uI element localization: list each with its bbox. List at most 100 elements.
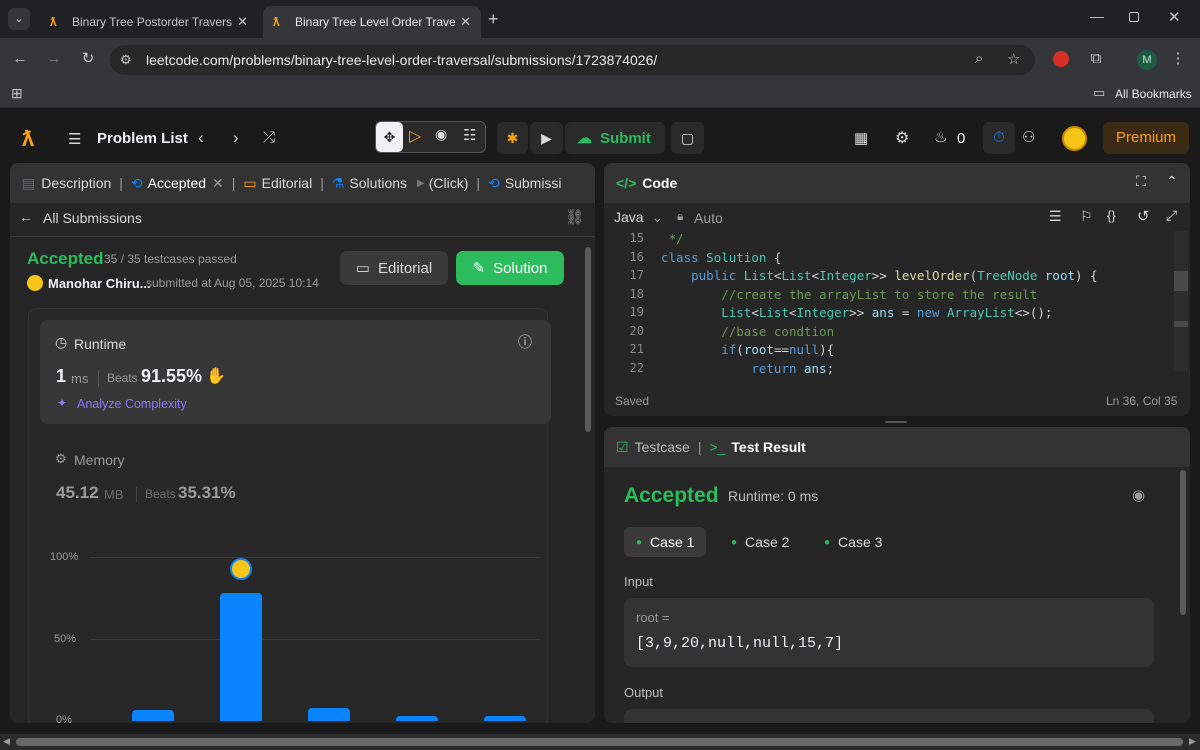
resize-handle[interactable] xyxy=(885,421,907,423)
tab-description[interactable]: Description xyxy=(41,175,111,191)
language-select[interactable]: Java ⌄ xyxy=(614,209,663,226)
solution-label: Solution xyxy=(493,259,548,277)
editorial-button[interactable]: ▭ Editorial xyxy=(340,251,448,285)
site-info-icon[interactable]: ⚙ xyxy=(120,52,132,68)
shuffle-icon[interactable]: ⤮ xyxy=(263,129,275,146)
notes-button[interactable]: ▢ xyxy=(671,122,704,154)
analyze-complexity-link[interactable]: Analyze Complexity xyxy=(77,397,187,411)
info-icon[interactable]: ⓘ xyxy=(518,332,532,352)
debug-button[interactable]: ✱ xyxy=(497,122,528,154)
chrome-menu-icon[interactable]: ⋮ xyxy=(1168,51,1188,67)
chart-bar[interactable] xyxy=(132,709,174,721)
code-line[interactable]: //create the arrayList to store the resu… xyxy=(661,287,1037,302)
code-line[interactable]: List<List<Integer>> ans = new ArrayList<… xyxy=(661,305,1052,320)
code-line[interactable]: //base condtion xyxy=(661,324,834,339)
drag-move-icon[interactable]: ✥ xyxy=(376,122,403,152)
case-1-tab[interactable]: ● Case 1 xyxy=(624,527,707,557)
streak-fire-icon[interactable]: ♨ xyxy=(934,128,947,146)
fullscreen-icon[interactable]: ⛶ xyxy=(1136,173,1146,190)
bookmark-icon[interactable]: ⚐ xyxy=(1080,208,1093,225)
all-bookmarks-link[interactable]: All Bookmarks xyxy=(1115,87,1192,101)
scroll-left-icon[interactable]: ◀ xyxy=(3,736,10,747)
editor-scroll-track[interactable] xyxy=(1174,231,1188,371)
horizontal-scrollbar[interactable]: ◀ ▶ xyxy=(0,734,1200,750)
bookmark-star-icon[interactable]: ☆ xyxy=(1007,50,1020,68)
close-window-icon[interactable]: ✕ xyxy=(1168,8,1181,26)
restore-icon[interactable] xyxy=(1129,12,1139,22)
reset-icon[interactable]: ↺ xyxy=(1137,207,1150,225)
code-line[interactable]: if(root==null){ xyxy=(661,342,834,357)
problem-list-link[interactable]: Problem List xyxy=(97,130,188,147)
eye-icon[interactable]: ◉ xyxy=(1132,486,1145,504)
profile-avatar[interactable]: M xyxy=(1137,50,1157,70)
chart-bar[interactable] xyxy=(220,593,262,721)
run-button[interactable]: ▶ xyxy=(530,122,563,154)
case-2-tab[interactable]: ● Case 2 xyxy=(719,527,801,557)
minimize-icon[interactable]: — xyxy=(1090,8,1104,24)
runtime-card[interactable]: ◷ Runtime ⓘ 1 ms Beats 91.55% ✋ ✦ Analyz… xyxy=(40,320,551,424)
share-link-icon[interactable]: ⛓ xyxy=(565,208,584,226)
tab-testcase[interactable]: Testcase xyxy=(635,439,690,455)
browser-tab-level-order[interactable]: ƛ Binary Tree Level Order Traversal ✕ xyxy=(263,6,481,38)
leetcode-favicon: ƛ xyxy=(50,15,57,29)
format-icon[interactable]: ☰ xyxy=(1049,208,1062,225)
new-tab-button[interactable]: + xyxy=(488,9,499,30)
tab-click[interactable]: (Click) xyxy=(429,175,469,191)
case-3-tab[interactable]: ● Case 3 xyxy=(812,527,894,557)
chart-bar[interactable] xyxy=(308,707,350,721)
close-tab-icon[interactable]: ✕ xyxy=(212,175,224,192)
back-arrow-icon[interactable]: ← xyxy=(19,209,33,225)
expand-icon[interactable]: ⤢ xyxy=(1166,207,1177,224)
braces-icon[interactable]: {} xyxy=(1107,208,1116,223)
left-scrollbar[interactable] xyxy=(585,247,591,432)
address-bar[interactable]: ⚙ leetcode.com/problems/binary-tree-leve… xyxy=(110,45,1035,75)
zoom-icon[interactable]: ⌕ xyxy=(975,50,983,67)
close-tab-icon[interactable]: ✕ xyxy=(460,14,471,30)
editor-scroll-thumb[interactable] xyxy=(1174,271,1188,291)
apps-grid-icon[interactable]: ⊞ xyxy=(11,85,23,102)
premium-button[interactable]: Premium xyxy=(1103,122,1189,154)
back-icon[interactable]: ← xyxy=(10,51,30,67)
solution-button[interactable]: ✎ Solution xyxy=(456,251,564,285)
tab-solutions[interactable]: Solutions xyxy=(349,175,407,191)
chart-bar[interactable] xyxy=(484,716,526,721)
hide-icon[interactable]: ◉ xyxy=(435,126,447,143)
reload-icon[interactable]: ↻ xyxy=(78,51,98,67)
extension-icon[interactable] xyxy=(1053,51,1069,67)
tab-test-result[interactable]: Test Result xyxy=(731,439,805,455)
all-submissions-link[interactable]: All Submissions xyxy=(43,210,142,226)
layout-grid-icon[interactable]: ▦ xyxy=(854,129,868,147)
code-line[interactable]: return ans; xyxy=(661,361,834,376)
forward-icon[interactable]: → xyxy=(44,51,64,67)
tab-submissions[interactable]: Submissi xyxy=(505,175,562,191)
collapse-chevron-icon[interactable]: ⌃ xyxy=(1166,173,1178,190)
chart-bar[interactable] xyxy=(396,716,438,721)
input-label: Input xyxy=(624,574,653,589)
close-tab-icon[interactable]: ✕ xyxy=(237,14,248,30)
tab-editorial[interactable]: Editorial xyxy=(262,175,313,191)
tab-search-button[interactable]: ⌄ xyxy=(8,8,30,30)
add-user-icon[interactable]: ⚇ xyxy=(1022,128,1035,146)
user-avatar[interactable] xyxy=(1062,126,1087,151)
tab-accepted[interactable]: Accepted xyxy=(148,175,206,191)
timer-button[interactable]: ⏱ xyxy=(983,122,1015,154)
gear-icon[interactable]: ⚙ xyxy=(895,128,909,148)
memory-card[interactable]: ⚙ Memory 45.12 MB Beats 35.31% xyxy=(40,441,551,511)
submit-button[interactable]: ☁ Submit xyxy=(565,122,665,154)
horizontal-scroll-thumb[interactable] xyxy=(16,738,1183,746)
prev-problem-icon[interactable]: ‹ xyxy=(198,128,204,148)
code-line[interactable]: public List<List<Integer>> levelOrder(Tr… xyxy=(661,268,1097,283)
settings-sliders-icon[interactable]: ☷ xyxy=(463,126,476,144)
leetcode-logo[interactable]: ƛ xyxy=(22,126,34,152)
test-scrollbar[interactable] xyxy=(1180,470,1186,615)
submitter-name[interactable]: Manohar Chiru... xyxy=(48,276,151,291)
scroll-right-icon[interactable]: ▶ xyxy=(1189,736,1196,747)
run-outline-icon[interactable]: ▷ xyxy=(409,126,421,146)
next-problem-icon[interactable]: › xyxy=(233,128,239,148)
extensions-puzzle-icon[interactable]: ⧉ xyxy=(1086,51,1106,67)
auto-mode[interactable]: Auto xyxy=(694,210,723,226)
browser-tab-postorder[interactable]: ƛ Binary Tree Postorder Traversal ✕ xyxy=(40,6,258,38)
problem-list-icon[interactable]: ☰ xyxy=(68,130,81,148)
code-line[interactable]: class Solution { xyxy=(661,250,781,265)
code-line[interactable]: */ xyxy=(661,231,684,246)
